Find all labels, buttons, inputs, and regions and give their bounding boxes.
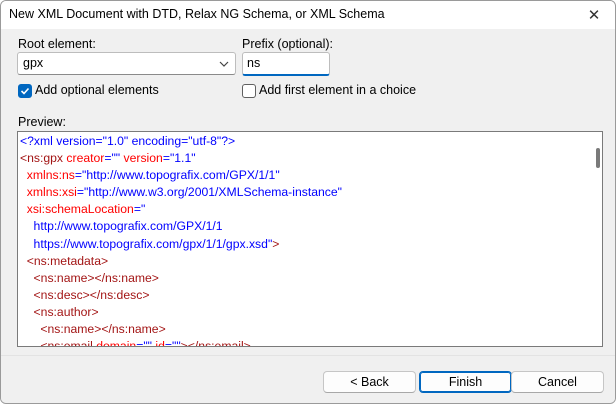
- preview-line: <ns:email domain="" id=""></ns:email>: [40, 339, 251, 347]
- back-button[interactable]: < Back: [323, 371, 416, 393]
- window-title: New XML Document with DTD, Relax NG Sche…: [9, 7, 385, 21]
- prefix-value: ns: [247, 56, 261, 70]
- add-first-choice-checkbox[interactable]: [242, 84, 256, 98]
- preview-line: xmlns:ns="http://www.topografix.com/GPX/…: [26, 168, 280, 183]
- root-element-value: gpx: [23, 56, 44, 70]
- chevron-down-icon[interactable]: [219, 57, 229, 71]
- preview-box[interactable]: <?xml version="1.0" encoding="utf-8"?> <n…: [17, 131, 603, 347]
- preview-label: Preview:: [18, 115, 66, 129]
- root-element-label: Root element:: [18, 37, 96, 51]
- preview-line: <ns:name></ns:name>: [33, 270, 159, 285]
- title-bar: New XML Document with DTD, Relax NG Sche…: [1, 1, 615, 29]
- preview-line: <ns:name></ns:name>: [40, 322, 166, 337]
- add-first-choice-label[interactable]: Add first element in a choice: [259, 83, 416, 97]
- preview-line: <ns:author>: [33, 304, 99, 319]
- root-element-combo[interactable]: gpx: [17, 52, 236, 75]
- preview-line: <ns:desc></ns:desc>: [33, 287, 150, 302]
- prefix-label: Prefix (optional):: [242, 37, 334, 51]
- preview-line: xmlns:xsi="http://www.w3.org/2001/XMLSch…: [26, 185, 342, 200]
- checkmark-icon: [20, 87, 30, 95]
- preview-line: <ns:metadata>: [26, 253, 109, 268]
- preview-line: https://www.topografix.com/gpx/1/1/gpx.x…: [33, 236, 280, 251]
- preview-line: <?xml version="1.0" encoding="utf-8"?>: [20, 134, 236, 148]
- preview-line: <ns:gpx creator="" version="1.1": [20, 151, 196, 166]
- add-optional-checkbox[interactable]: [18, 84, 32, 98]
- close-icon[interactable]: ✕: [573, 1, 615, 29]
- finish-button[interactable]: Finish: [419, 371, 512, 393]
- vertical-scrollbar-thumb[interactable]: [596, 148, 600, 168]
- dialog-window: New XML Document with DTD, Relax NG Sche…: [0, 0, 616, 404]
- add-optional-label[interactable]: Add optional elements: [35, 83, 159, 97]
- cancel-button[interactable]: Cancel: [511, 371, 604, 393]
- preview-code: <?xml version="1.0" encoding="utf-8"?> <n…: [20, 133, 342, 347]
- preview-line: http://www.topografix.com/GPX/1/1: [33, 219, 223, 234]
- preview-line: xsi:schemaLocation=": [26, 202, 146, 217]
- prefix-input[interactable]: ns: [242, 52, 330, 76]
